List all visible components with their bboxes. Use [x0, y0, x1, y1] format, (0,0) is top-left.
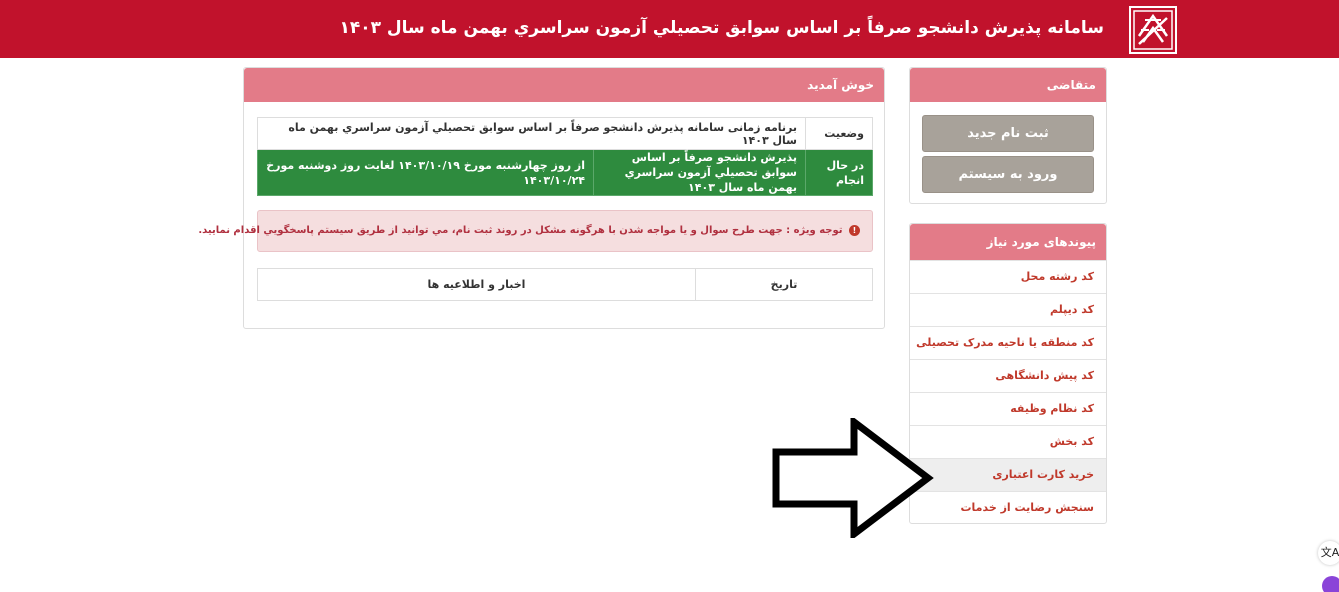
link-military-code[interactable]: کد نظام وظیفه [910, 392, 1106, 425]
notice-alert: ! توجه ویژه : جهت طرح سوال و یا مواجه شد… [198, 210, 873, 252]
welcome-panel-title: خوش آمدید [244, 68, 884, 102]
status-column-header: وضعیت [805, 117, 873, 150]
assistant-widget-icon[interactable] [1322, 576, 1339, 592]
news-column-header: اخبار و اطلاعیه ها [257, 268, 696, 301]
stage-period-cell: از روز چهارشنبه مورخ ۱۴۰۳/۱۰/۱۹ لغایت رو… [257, 149, 594, 196]
site-header: سامانه پذیرش دانشجو صرفاً بر اساس سوابق … [0, 0, 1339, 58]
table-header-row: تاریخ اخبار و اطلاعیه ها [257, 268, 873, 301]
table-header-row: وضعیت برنامه زمانی سامانه پذیرش دانشجو ص… [257, 117, 873, 150]
register-button[interactable]: ثبت نام جدید [922, 115, 1094, 152]
link-preuniversity-code[interactable]: کد پیش دانشگاهی [910, 359, 1106, 392]
date-column-header: تاریخ [695, 268, 873, 301]
link-diploma-code[interactable]: کد دیپلم [910, 293, 1106, 326]
login-button[interactable]: ورود به سیستم [922, 156, 1094, 193]
links-panel-title: پیوندهای مورد نیاز [910, 224, 1106, 260]
required-links-panel: پیوندهای مورد نیاز کد رشته محل کد دیپلم … [909, 223, 1107, 524]
applicant-panel-title: متقاضی [910, 68, 1106, 102]
university-logo-icon[interactable] [1129, 6, 1177, 54]
welcome-panel: خوش آمدید وضعیت برنامه زمانی سامانه پذیر… [198, 67, 885, 329]
notice-text: توجه ویژه : جهت طرح سوال و یا مواجه شدن … [198, 225, 843, 236]
status-cell: در حال انجام [805, 149, 873, 196]
link-buy-credit-card[interactable]: خرید کارت اعتباری [910, 458, 1106, 491]
link-district-code[interactable]: کد بخش [910, 425, 1106, 458]
applicant-panel: متقاضی ثبت نام جدید ورود به سیستم [909, 67, 1107, 204]
table-row: در حال انجام پذیرش دانشجو صرفاً بر اساس … [257, 149, 873, 196]
link-region-code[interactable]: کد منطقه یا ناحیه مدرک تحصیلی [910, 326, 1106, 359]
arrow-right-icon [772, 418, 934, 538]
program-column-header: برنامه زمانی سامانه پذیرش دانشجو صرفاً ب… [257, 117, 806, 150]
stage-name-cell: پذیرش دانشجو صرفاً بر اساس سوابق تحصیلي … [593, 149, 806, 196]
translate-widget-icon[interactable]: 文A [1318, 541, 1339, 565]
schedule-table: وضعیت برنامه زمانی سامانه پذیرش دانشجو ص… [257, 117, 873, 196]
link-satisfaction-survey[interactable]: سنجش رضایت از خدمات [910, 491, 1106, 524]
page-title: سامانه پذیرش دانشجو صرفاً بر اساس سوابق … [339, 18, 1104, 38]
link-field-code[interactable]: کد رشته محل [910, 260, 1106, 293]
news-table: تاریخ اخبار و اطلاعیه ها [257, 268, 873, 301]
info-icon: ! [849, 224, 860, 236]
